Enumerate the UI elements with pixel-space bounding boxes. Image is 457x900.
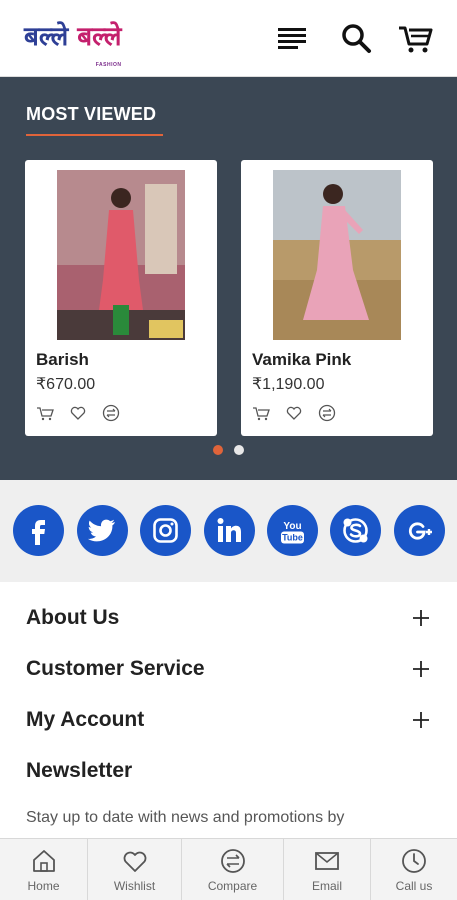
add-to-compare-button[interactable] — [102, 404, 120, 422]
expand-icon[interactable] — [411, 659, 431, 679]
expand-icon[interactable] — [411, 608, 431, 628]
nav-label: Compare — [207, 879, 258, 893]
search-icon — [342, 24, 371, 53]
svg-text:Tube: Tube — [282, 533, 303, 543]
newsletter-description: Stay up to date with news and promotions… — [26, 809, 345, 826]
heart-icon — [123, 851, 146, 872]
linkedin-link[interactable] — [204, 505, 255, 556]
product-name[interactable]: Barish — [36, 350, 89, 370]
home-icon — [32, 850, 55, 872]
skype-icon — [343, 518, 368, 543]
title-underline — [26, 134, 163, 136]
instagram-icon — [153, 518, 178, 543]
footer-heading: Customer Service — [26, 657, 205, 680]
header: बल्ले बल्ले FASHION — [0, 0, 457, 77]
nav-label: Home — [27, 879, 60, 893]
footer-heading: My Account — [26, 708, 145, 731]
product-name[interactable]: Vamika Pink — [252, 350, 351, 370]
footer-my-account[interactable]: My Account — [26, 706, 431, 736]
cart-icon — [253, 407, 270, 421]
compare-icon — [318, 404, 336, 422]
carousel-dot-1[interactable] — [213, 445, 223, 455]
nav-label: Call us — [395, 879, 433, 893]
brand-logo[interactable]: बल्ले बल्ले FASHION — [24, 22, 122, 68]
footer-about-us[interactable]: About Us — [26, 604, 431, 634]
youtube-icon: You Tube — [281, 521, 304, 544]
skype-link[interactable] — [330, 505, 381, 556]
cart-icon — [399, 26, 433, 53]
product-image[interactable] — [57, 170, 185, 340]
add-to-wishlist-button[interactable] — [285, 404, 303, 422]
footer-heading: About Us — [26, 606, 120, 629]
logo-tagline: FASHION — [95, 62, 122, 68]
compare-icon — [220, 849, 245, 873]
youtube-link[interactable]: You Tube — [267, 505, 318, 556]
add-to-wishlist-button[interactable] — [69, 404, 87, 422]
facebook-link[interactable] — [13, 505, 64, 556]
product-price: ₹670.00 — [36, 376, 96, 393]
nav-wishlist[interactable]: Wishlist — [88, 839, 182, 900]
expand-icon[interactable] — [411, 710, 431, 730]
menu-icon — [278, 28, 306, 49]
nav-call-us[interactable]: Call us — [371, 839, 457, 900]
logo-word-1: बल्ले — [24, 22, 69, 52]
twitter-link[interactable] — [77, 505, 128, 556]
social-links: You Tube — [0, 480, 457, 582]
bottom-navigation: Home Wishlist Compare Email Call us — [0, 838, 457, 900]
nav-compare[interactable]: Compare — [182, 839, 284, 900]
add-to-compare-button[interactable] — [318, 404, 336, 422]
email-icon — [315, 852, 339, 870]
logo-word-2: बल्ले — [77, 22, 122, 52]
cart-button[interactable] — [397, 20, 433, 56]
google-plus-icon — [408, 522, 432, 540]
add-to-cart-button[interactable] — [36, 404, 54, 422]
carousel-dot-2[interactable] — [234, 445, 244, 455]
facebook-icon — [32, 520, 45, 545]
google-plus-link[interactable] — [394, 505, 445, 556]
cart-icon — [37, 407, 54, 421]
footer-heading: Newsletter — [26, 759, 133, 782]
product-image[interactable] — [273, 170, 401, 340]
twitter-icon — [87, 519, 115, 542]
linkedin-icon — [217, 518, 241, 542]
most-viewed-section: MOST VIEWED Barish ₹670.00 Vamika Pink ₹… — [0, 77, 457, 480]
product-card[interactable]: Vamika Pink ₹1,190.00 — [241, 160, 433, 436]
nav-email[interactable]: Email — [284, 839, 371, 900]
menu-button[interactable] — [274, 20, 310, 56]
add-to-cart-button[interactable] — [252, 404, 270, 422]
nav-home[interactable]: Home — [0, 839, 88, 900]
product-price: ₹1,190.00 — [252, 376, 325, 393]
heart-icon — [286, 406, 302, 420]
search-button[interactable] — [338, 20, 374, 56]
instagram-link[interactable] — [140, 505, 191, 556]
nav-label: Wishlist — [113, 879, 156, 893]
footer-newsletter: Newsletter — [26, 757, 431, 787]
heart-icon — [70, 406, 86, 420]
svg-text:You: You — [283, 521, 301, 532]
compare-icon — [102, 404, 120, 422]
product-card[interactable]: Barish ₹670.00 — [25, 160, 217, 436]
section-title: MOST VIEWED — [26, 104, 157, 124]
nav-label: Email — [311, 879, 342, 893]
footer-customer-service[interactable]: Customer Service — [26, 655, 431, 685]
phone-icon — [402, 849, 426, 873]
